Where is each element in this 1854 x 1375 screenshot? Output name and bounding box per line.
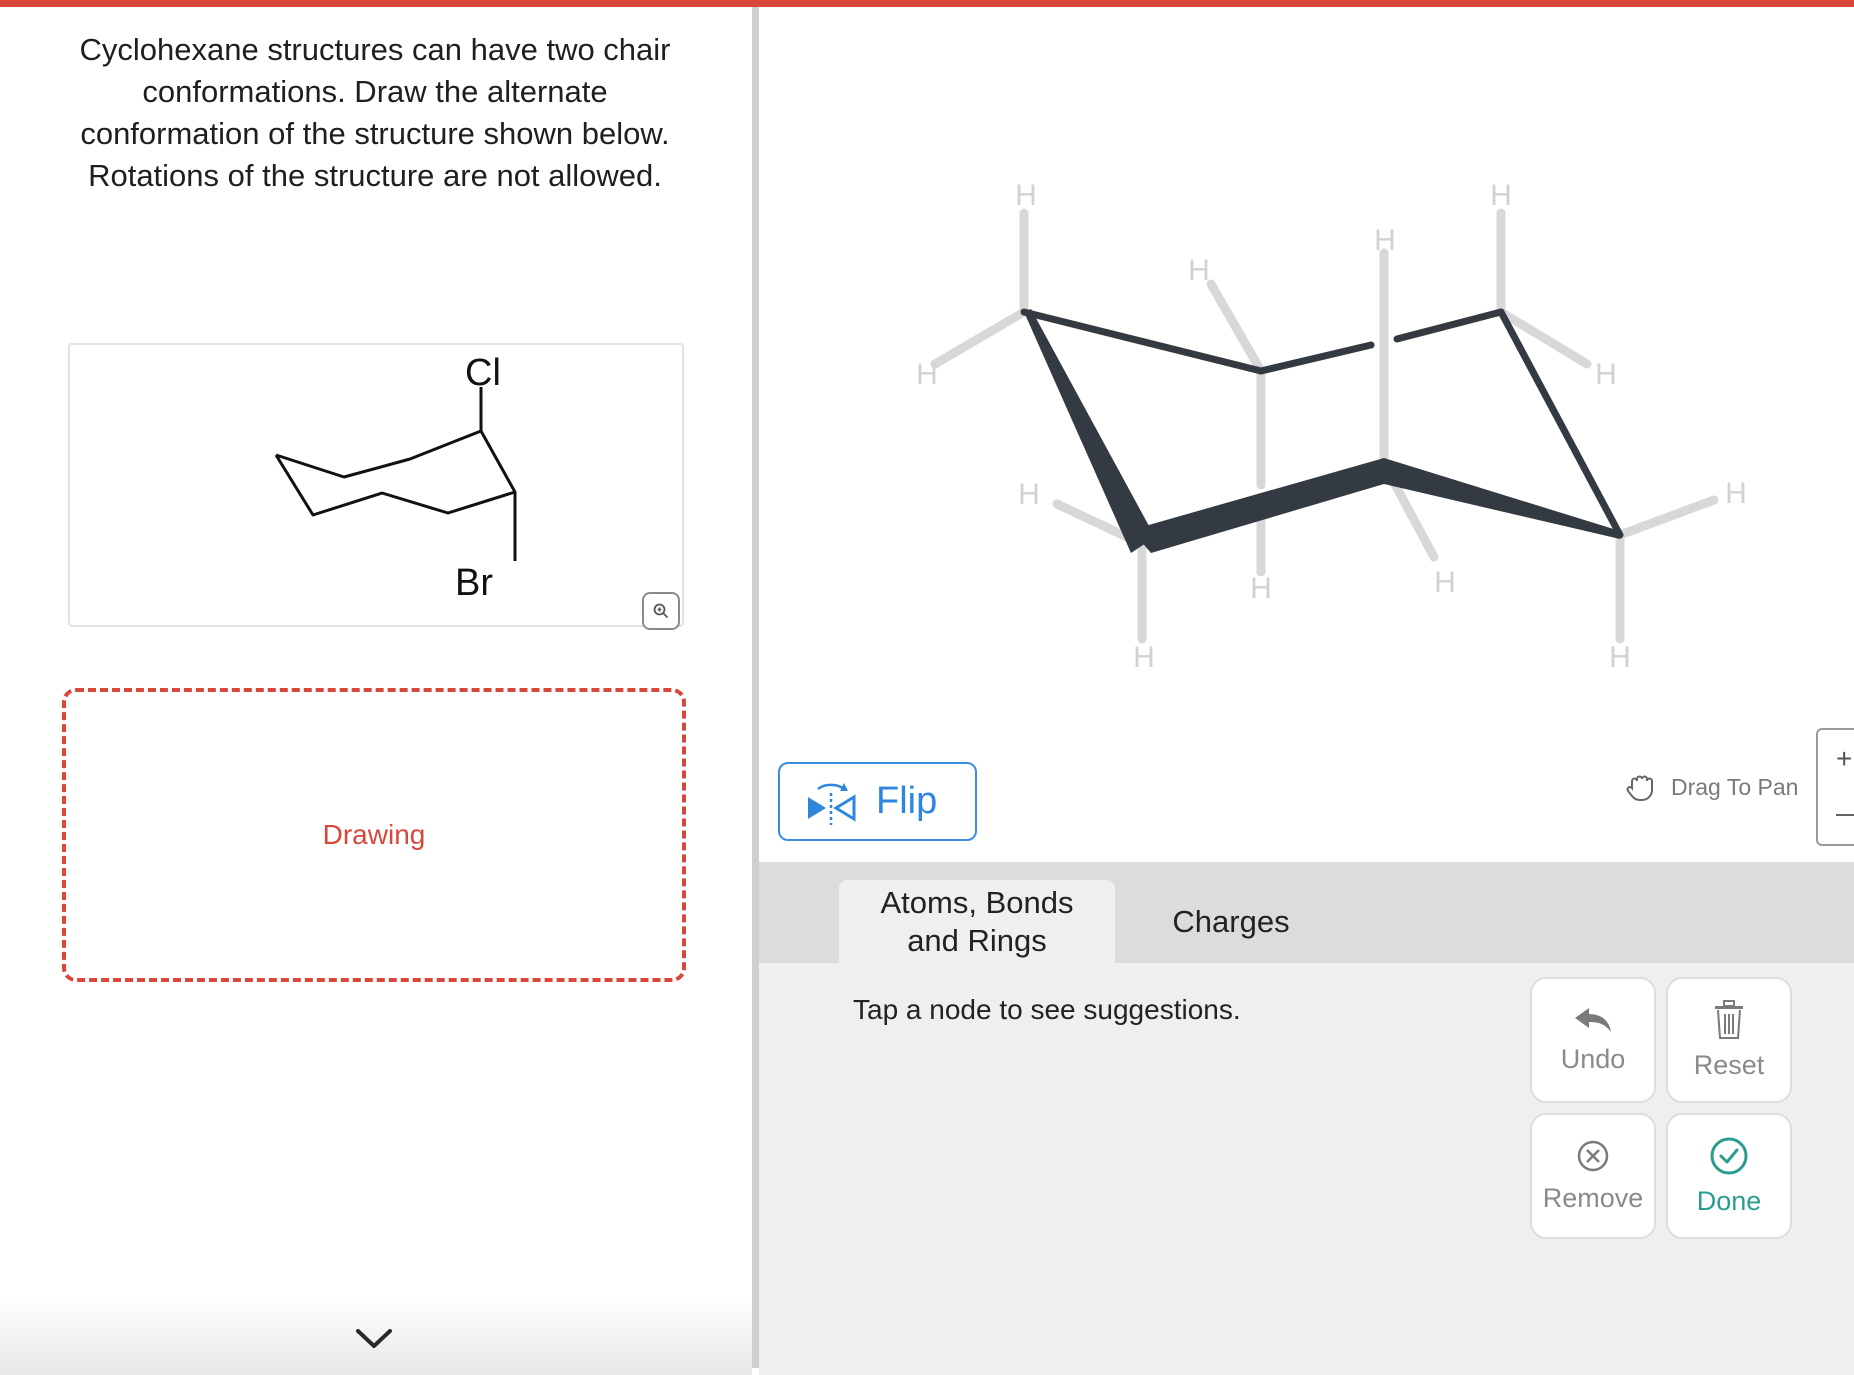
undo-icon bbox=[1575, 1007, 1611, 1032]
hydrogen-label[interactable]: H bbox=[1609, 641, 1631, 674]
given-structure-box: Cl Br bbox=[68, 343, 684, 627]
hydrogen-label[interactable]: H bbox=[1188, 254, 1210, 287]
remove-button[interactable]: Remove bbox=[1530, 1113, 1656, 1239]
reset-label: Reset bbox=[1693, 1049, 1765, 1080]
zoom-in-button[interactable]: + bbox=[1836, 745, 1852, 773]
tool-area: Tap a node to see suggestions. Undo Rese… bbox=[759, 963, 1854, 1375]
hand-icon bbox=[1626, 775, 1653, 801]
canvas-zoom-control[interactable]: + bbox=[1816, 728, 1854, 846]
chevron-down-icon[interactable] bbox=[354, 1327, 394, 1351]
question-panel: Cyclohexane structures can have two chai… bbox=[0, 7, 752, 1375]
hydrogen-label[interactable]: H bbox=[1015, 179, 1037, 212]
drag-to-pan-hint: Drag To Pan bbox=[1625, 770, 1798, 804]
given-structure-drawing: Cl Br bbox=[274, 352, 517, 604]
reset-button[interactable]: Reset bbox=[1666, 977, 1792, 1103]
hydrogen-label[interactable]: H bbox=[1374, 224, 1396, 257]
drawing-label: Drawing bbox=[322, 819, 426, 850]
cyclohexane-ring bbox=[274, 429, 517, 517]
bond-h-equatorial bbox=[930, 307, 1029, 369]
chair-canvas[interactable]: H H H H H H H H H H H H bbox=[759, 7, 1854, 757]
tab-label-line: Atoms, Bonds bbox=[880, 884, 1074, 920]
done-label: Done bbox=[1696, 1185, 1762, 1216]
hydrogen-label[interactable]: H bbox=[1018, 478, 1040, 511]
remove-label: Remove bbox=[1542, 1182, 1644, 1213]
question-line: Cyclohexane structures can have two chai… bbox=[79, 32, 671, 67]
bond-ring-back bbox=[1257, 341, 1375, 375]
suggestion-hint: Tap a node to see suggestions. bbox=[853, 994, 1241, 1025]
undo-button[interactable]: Undo bbox=[1530, 977, 1656, 1103]
hydrogen-label[interactable]: H bbox=[1434, 566, 1456, 599]
check-circle-icon bbox=[1710, 1137, 1748, 1174]
pan-hint-label: Drag To Pan bbox=[1671, 773, 1799, 800]
panel-divider[interactable] bbox=[752, 7, 759, 1368]
hydrogen-label[interactable]: H bbox=[1133, 641, 1155, 674]
tab-atoms-bonds-rings[interactable]: Atoms, Bonds and Rings bbox=[839, 880, 1115, 963]
zoom-structure-button[interactable] bbox=[642, 592, 680, 630]
undo-label: Undo bbox=[1560, 1043, 1626, 1074]
question-line: conformation of the structure shown belo… bbox=[80, 116, 670, 151]
question-line: conformations. Draw the alternate bbox=[142, 74, 608, 109]
zoom-out-button[interactable] bbox=[1836, 814, 1854, 816]
answer-drawing-area[interactable]: Drawing bbox=[62, 688, 686, 982]
top-accent-bar bbox=[0, 0, 1854, 7]
done-button[interactable]: Done bbox=[1666, 1113, 1792, 1239]
bond-h-equatorial bbox=[1615, 495, 1719, 540]
trash-icon bbox=[1715, 999, 1743, 1039]
remove-icon bbox=[1577, 1140, 1609, 1171]
tool-tabs: Atoms, Bonds and Rings Charges bbox=[759, 862, 1854, 963]
question-text: Cyclohexane structures can have two chai… bbox=[40, 29, 710, 197]
hydrogen-label[interactable]: H bbox=[1490, 179, 1512, 212]
hydrogen-label[interactable]: H bbox=[1595, 358, 1617, 391]
question-line: Rotations of the structure are not allow… bbox=[88, 158, 662, 193]
hydrogen-label[interactable]: H bbox=[1250, 572, 1272, 605]
atom-label-cl: Cl bbox=[465, 352, 501, 394]
atom-label-br: Br bbox=[455, 562, 493, 604]
editor-panel: H H H H H H H H H H H H Flip Drag To Pan bbox=[759, 7, 1854, 1375]
hydrogen-label[interactable]: H bbox=[1725, 477, 1747, 510]
zoom-in-icon bbox=[653, 603, 669, 619]
tab-charges[interactable]: Charges bbox=[1131, 880, 1331, 963]
tab-label-line: and Rings bbox=[907, 922, 1047, 958]
hydrogen-label[interactable]: H bbox=[916, 358, 938, 391]
flip-button[interactable]: Flip bbox=[778, 762, 977, 841]
flip-label: Flip bbox=[876, 780, 938, 822]
flip-icon bbox=[808, 782, 856, 825]
bond-ring-back bbox=[1393, 308, 1505, 343]
tab-label: Charges bbox=[1172, 903, 1290, 939]
